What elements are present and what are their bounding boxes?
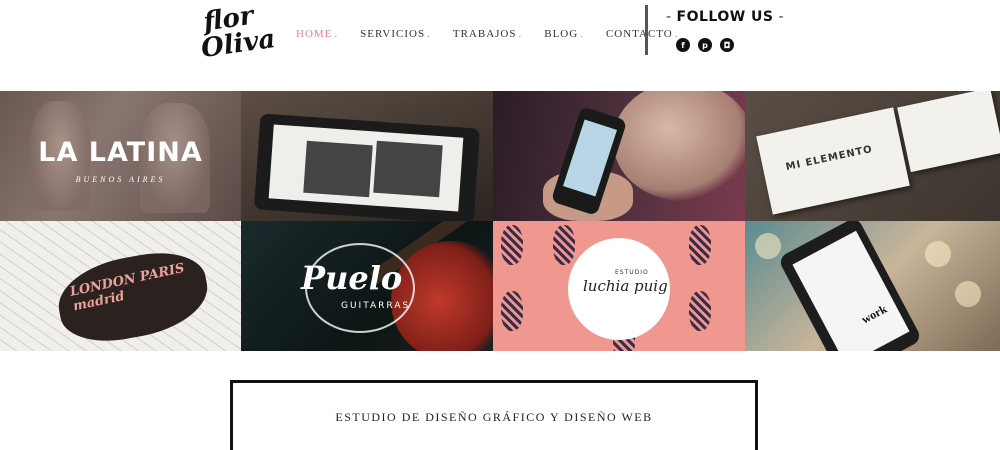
facebook-icon[interactable]: f xyxy=(676,38,690,52)
nav-blog[interactable]: BLOG. xyxy=(544,28,584,40)
bokeh-light xyxy=(925,241,951,267)
portfolio-item-puelo[interactable]: Puelo GUITARRAS xyxy=(241,221,493,351)
tile-subtitle: BUENOS AIRES xyxy=(75,175,166,184)
nav-trabajos[interactable]: TRABAJOS. xyxy=(453,28,522,40)
tablet-photo-right xyxy=(373,140,443,198)
pineapple-pattern xyxy=(501,225,523,265)
portrait-image xyxy=(613,91,745,201)
portfolio-item-luchia-puig[interactable]: ESTUDIO luchia puig xyxy=(493,221,745,351)
pinterest-icon[interactable]: p xyxy=(698,38,712,52)
portfolio-item-work[interactable]: work xyxy=(745,221,1000,351)
nav-home[interactable]: HOME. xyxy=(296,28,338,40)
tablet-photo-left xyxy=(303,140,373,198)
logo-line-2: Oliva xyxy=(199,24,278,65)
social-links: f p ◘ xyxy=(676,38,734,52)
bokeh-light xyxy=(755,233,781,259)
instagram-icon[interactable]: ◘ xyxy=(720,38,734,52)
tile-subtitle: ESTUDIO xyxy=(615,269,649,276)
business-card-back xyxy=(897,91,1000,173)
pineapple-pattern xyxy=(553,225,575,265)
portfolio-item-la-latina[interactable]: LA LATINA BUENOS AIRES xyxy=(0,91,241,221)
bokeh-light xyxy=(955,281,981,307)
site-header: flor Oliva HOME. SERVICIOS. TRABAJOS. BL… xyxy=(0,0,1000,90)
intro-text: ESTUDIO DE DISEÑO GRÁFICO Y DISEÑO WEB xyxy=(335,410,653,424)
header-divider xyxy=(645,5,648,55)
main-nav: HOME. SERVICIOS. TRABAJOS. BLOG. CONTACT… xyxy=(296,28,701,40)
portfolio-item-lettering[interactable]: LONDON PARIS madrid xyxy=(0,221,241,351)
tile-title: luchia puig xyxy=(583,277,668,295)
pineapple-pattern xyxy=(689,291,711,331)
portfolio-item-mi-elemento[interactable]: MI ELEMENTO xyxy=(745,91,1000,221)
site-logo[interactable]: flor Oliva xyxy=(196,1,278,72)
portfolio-item-tablet[interactable] xyxy=(241,91,493,221)
tile-title: LA LATINA xyxy=(38,137,203,168)
pineapple-pattern xyxy=(501,291,523,331)
portfolio-item-phone-hand[interactable] xyxy=(493,91,745,221)
follow-us-heading: - FOLLOW US - xyxy=(666,9,785,25)
nav-servicios[interactable]: SERVICIOS. xyxy=(360,28,431,40)
pineapple-pattern xyxy=(689,225,711,265)
tile-title: Puelo xyxy=(301,259,403,297)
portfolio-grid: LA LATINA BUENOS AIRES MI ELEMENTO LONDO… xyxy=(0,91,1000,351)
intro-box: ESTUDIO DE DISEÑO GRÁFICO Y DISEÑO WEB xyxy=(230,380,758,450)
nav-contacto[interactable]: CONTACTO. xyxy=(606,28,679,40)
tile-subtitle: GUITARRAS xyxy=(341,301,411,311)
